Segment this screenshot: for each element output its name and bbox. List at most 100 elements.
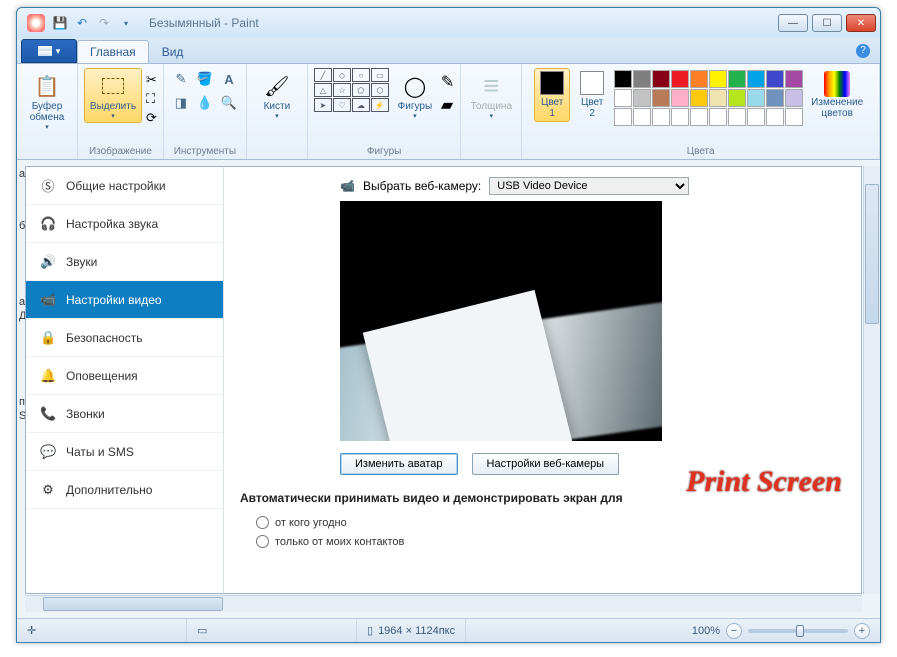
color-swatch[interactable] xyxy=(785,89,803,107)
color-swatch[interactable] xyxy=(728,70,746,88)
webcam-settings-button[interactable]: Настройки веб-камеры xyxy=(472,453,620,475)
color-swatch[interactable] xyxy=(690,89,708,107)
canvas[interactable]: ⓈОбщие настройки🎧Настройка звука🔊Звуки📹Н… xyxy=(25,166,862,594)
skype-icon: Ⓢ xyxy=(40,176,56,195)
color-swatch[interactable] xyxy=(747,89,765,107)
color-swatch[interactable] xyxy=(709,108,727,126)
change-avatar-button[interactable]: Изменить аватар xyxy=(340,453,458,475)
group-clipboard: 📋 Буфер обмена ▾ xyxy=(17,64,78,159)
sidebar-item-video[interactable]: 📹Настройки видео xyxy=(26,281,223,319)
redo-icon[interactable]: ↷ xyxy=(95,14,113,32)
color-swatch[interactable] xyxy=(614,89,632,107)
eraser-icon[interactable]: ◨ xyxy=(170,92,192,114)
color-swatch[interactable] xyxy=(728,108,746,126)
color-swatch[interactable] xyxy=(728,89,746,107)
sidebar-item-volume[interactable]: 🔊Звуки xyxy=(26,243,223,281)
chevron-down-icon: ▾ xyxy=(111,112,115,120)
file-menu-icon xyxy=(38,46,52,56)
sidebar-item-lock[interactable]: 🔒Безопасность xyxy=(26,319,223,357)
text-icon[interactable]: A xyxy=(218,68,240,90)
color-swatch[interactable] xyxy=(709,89,727,107)
sidebar-item-chat[interactable]: 💬Чаты и SMS xyxy=(26,433,223,471)
fill-icon[interactable]: 🪣 xyxy=(194,68,216,90)
color-swatch[interactable] xyxy=(709,70,727,88)
sidebar-item-phone[interactable]: 📞Звонки xyxy=(26,395,223,433)
pencil-icon[interactable]: ✎ xyxy=(170,68,192,90)
chevron-down-icon: ▾ xyxy=(275,112,279,120)
sidebar-item-headset[interactable]: 🎧Настройка звука xyxy=(26,205,223,243)
qat-dropdown-icon[interactable]: ▾ xyxy=(117,14,135,32)
sidebar-item-label: Оповещения xyxy=(66,369,138,383)
color2-button[interactable]: Цвет 2 xyxy=(574,68,610,122)
color-swatch[interactable] xyxy=(785,108,803,126)
color-swatch[interactable] xyxy=(652,70,670,88)
rotate-icon[interactable]: ⟳ xyxy=(146,110,157,126)
color-swatch[interactable] xyxy=(766,108,784,126)
picker-icon[interactable]: 💧 xyxy=(194,92,216,114)
titlebar: 💾 ↶ ↷ ▾ Безымянный - Paint — ☐ ✕ xyxy=(17,8,880,38)
group-tools: ✎ 🪣 A ◨ 💧 🔍 Инструменты xyxy=(164,64,247,159)
webcam-label: Выбрать веб-камеру: xyxy=(363,179,481,193)
radio-anyone[interactable]: от кого угодно xyxy=(240,513,845,532)
color-swatch[interactable] xyxy=(671,70,689,88)
shapes-dropdown[interactable]: ◯ Фигуры ▾ xyxy=(393,68,437,123)
tab-view[interactable]: Вид xyxy=(149,40,197,63)
maximize-button[interactable]: ☐ xyxy=(812,14,842,32)
color-swatch[interactable] xyxy=(633,89,651,107)
color-swatch[interactable] xyxy=(785,70,803,88)
zoom-slider[interactable] xyxy=(748,629,848,633)
tab-home[interactable]: Главная xyxy=(77,40,149,63)
color-swatch[interactable] xyxy=(766,70,784,88)
color-swatch[interactable] xyxy=(747,108,765,126)
crop-icon[interactable]: ✂ xyxy=(146,72,157,88)
thickness-button[interactable]: ≡ Толщина ▾ xyxy=(467,68,515,123)
vertical-scrollbar[interactable] xyxy=(863,166,880,594)
color-swatch[interactable] xyxy=(747,70,765,88)
group-thickness: ≡ Толщина ▾ xyxy=(461,64,522,159)
resize-icon[interactable]: ⛶ xyxy=(146,91,157,107)
color-swatch[interactable] xyxy=(614,108,632,126)
select-icon xyxy=(98,71,128,101)
sidebar-item-gear[interactable]: ⚙Дополнительно xyxy=(26,471,223,509)
zoom-icon[interactable]: 🔍 xyxy=(218,92,240,114)
color-swatch[interactable] xyxy=(614,70,632,88)
undo-icon[interactable]: ↶ xyxy=(73,14,91,32)
brushes-button[interactable]: 🖌 Кисти ▾ xyxy=(253,68,301,123)
paint-window: 💾 ↶ ↷ ▾ Безымянный - Paint — ☐ ✕ ▾ Главн… xyxy=(16,7,881,643)
tool-grid: ✎ 🪣 A ◨ 💧 🔍 xyxy=(170,68,240,114)
minimize-button[interactable]: — xyxy=(778,14,808,32)
color-swatch[interactable] xyxy=(671,108,689,126)
color-swatch[interactable] xyxy=(690,70,708,88)
color-swatch[interactable] xyxy=(633,70,651,88)
help-icon[interactable]: ? xyxy=(856,44,870,58)
color-swatch[interactable] xyxy=(671,89,689,107)
zoom-in-button[interactable]: + xyxy=(854,623,870,639)
save-icon[interactable]: 💾 xyxy=(51,14,69,32)
color-palette[interactable] xyxy=(614,70,803,126)
sidebar-item-label: Безопасность xyxy=(66,331,143,345)
select-button[interactable]: Выделить ▾ xyxy=(84,68,142,123)
horizontal-scrollbar[interactable] xyxy=(25,595,862,612)
radio-contacts[interactable]: только от моих контактов xyxy=(240,532,845,551)
color-swatch[interactable] xyxy=(652,89,670,107)
zoom-out-button[interactable]: − xyxy=(726,623,742,639)
chevron-down-icon: ▾ xyxy=(490,112,494,120)
close-button[interactable]: ✕ xyxy=(846,14,876,32)
canvas-area: a б а Д п S ⓈОбщие настройки🎧Настройка з… xyxy=(17,160,880,618)
sidebar-item-skype[interactable]: ⓈОбщие настройки xyxy=(26,167,223,205)
color-swatch[interactable] xyxy=(690,108,708,126)
sidebar-item-label: Настройка звука xyxy=(66,217,158,231)
color-swatch[interactable] xyxy=(766,89,784,107)
edit-colors-button[interactable]: Изменение цветов xyxy=(807,68,867,122)
sidebar-item-label: Чаты и SMS xyxy=(66,445,134,459)
file-tab[interactable]: ▾ xyxy=(21,39,77,63)
color-swatch[interactable] xyxy=(633,108,651,126)
sidebar-item-bell[interactable]: 🔔Оповещения xyxy=(26,357,223,395)
webcam-select[interactable]: USB Video Device xyxy=(489,177,689,195)
color1-button[interactable]: Цвет 1 xyxy=(534,68,570,122)
outline-icon[interactable]: ✎ xyxy=(441,72,454,92)
shapes-gallery[interactable]: ╱◇○▭ △☆⬠⬡ ➤♡☁⚡ xyxy=(314,68,389,112)
clipboard-button[interactable]: 📋 Буфер обмена ▾ xyxy=(23,68,71,134)
color-swatch[interactable] xyxy=(652,108,670,126)
fill-shape-icon[interactable]: ▰ xyxy=(441,95,454,115)
